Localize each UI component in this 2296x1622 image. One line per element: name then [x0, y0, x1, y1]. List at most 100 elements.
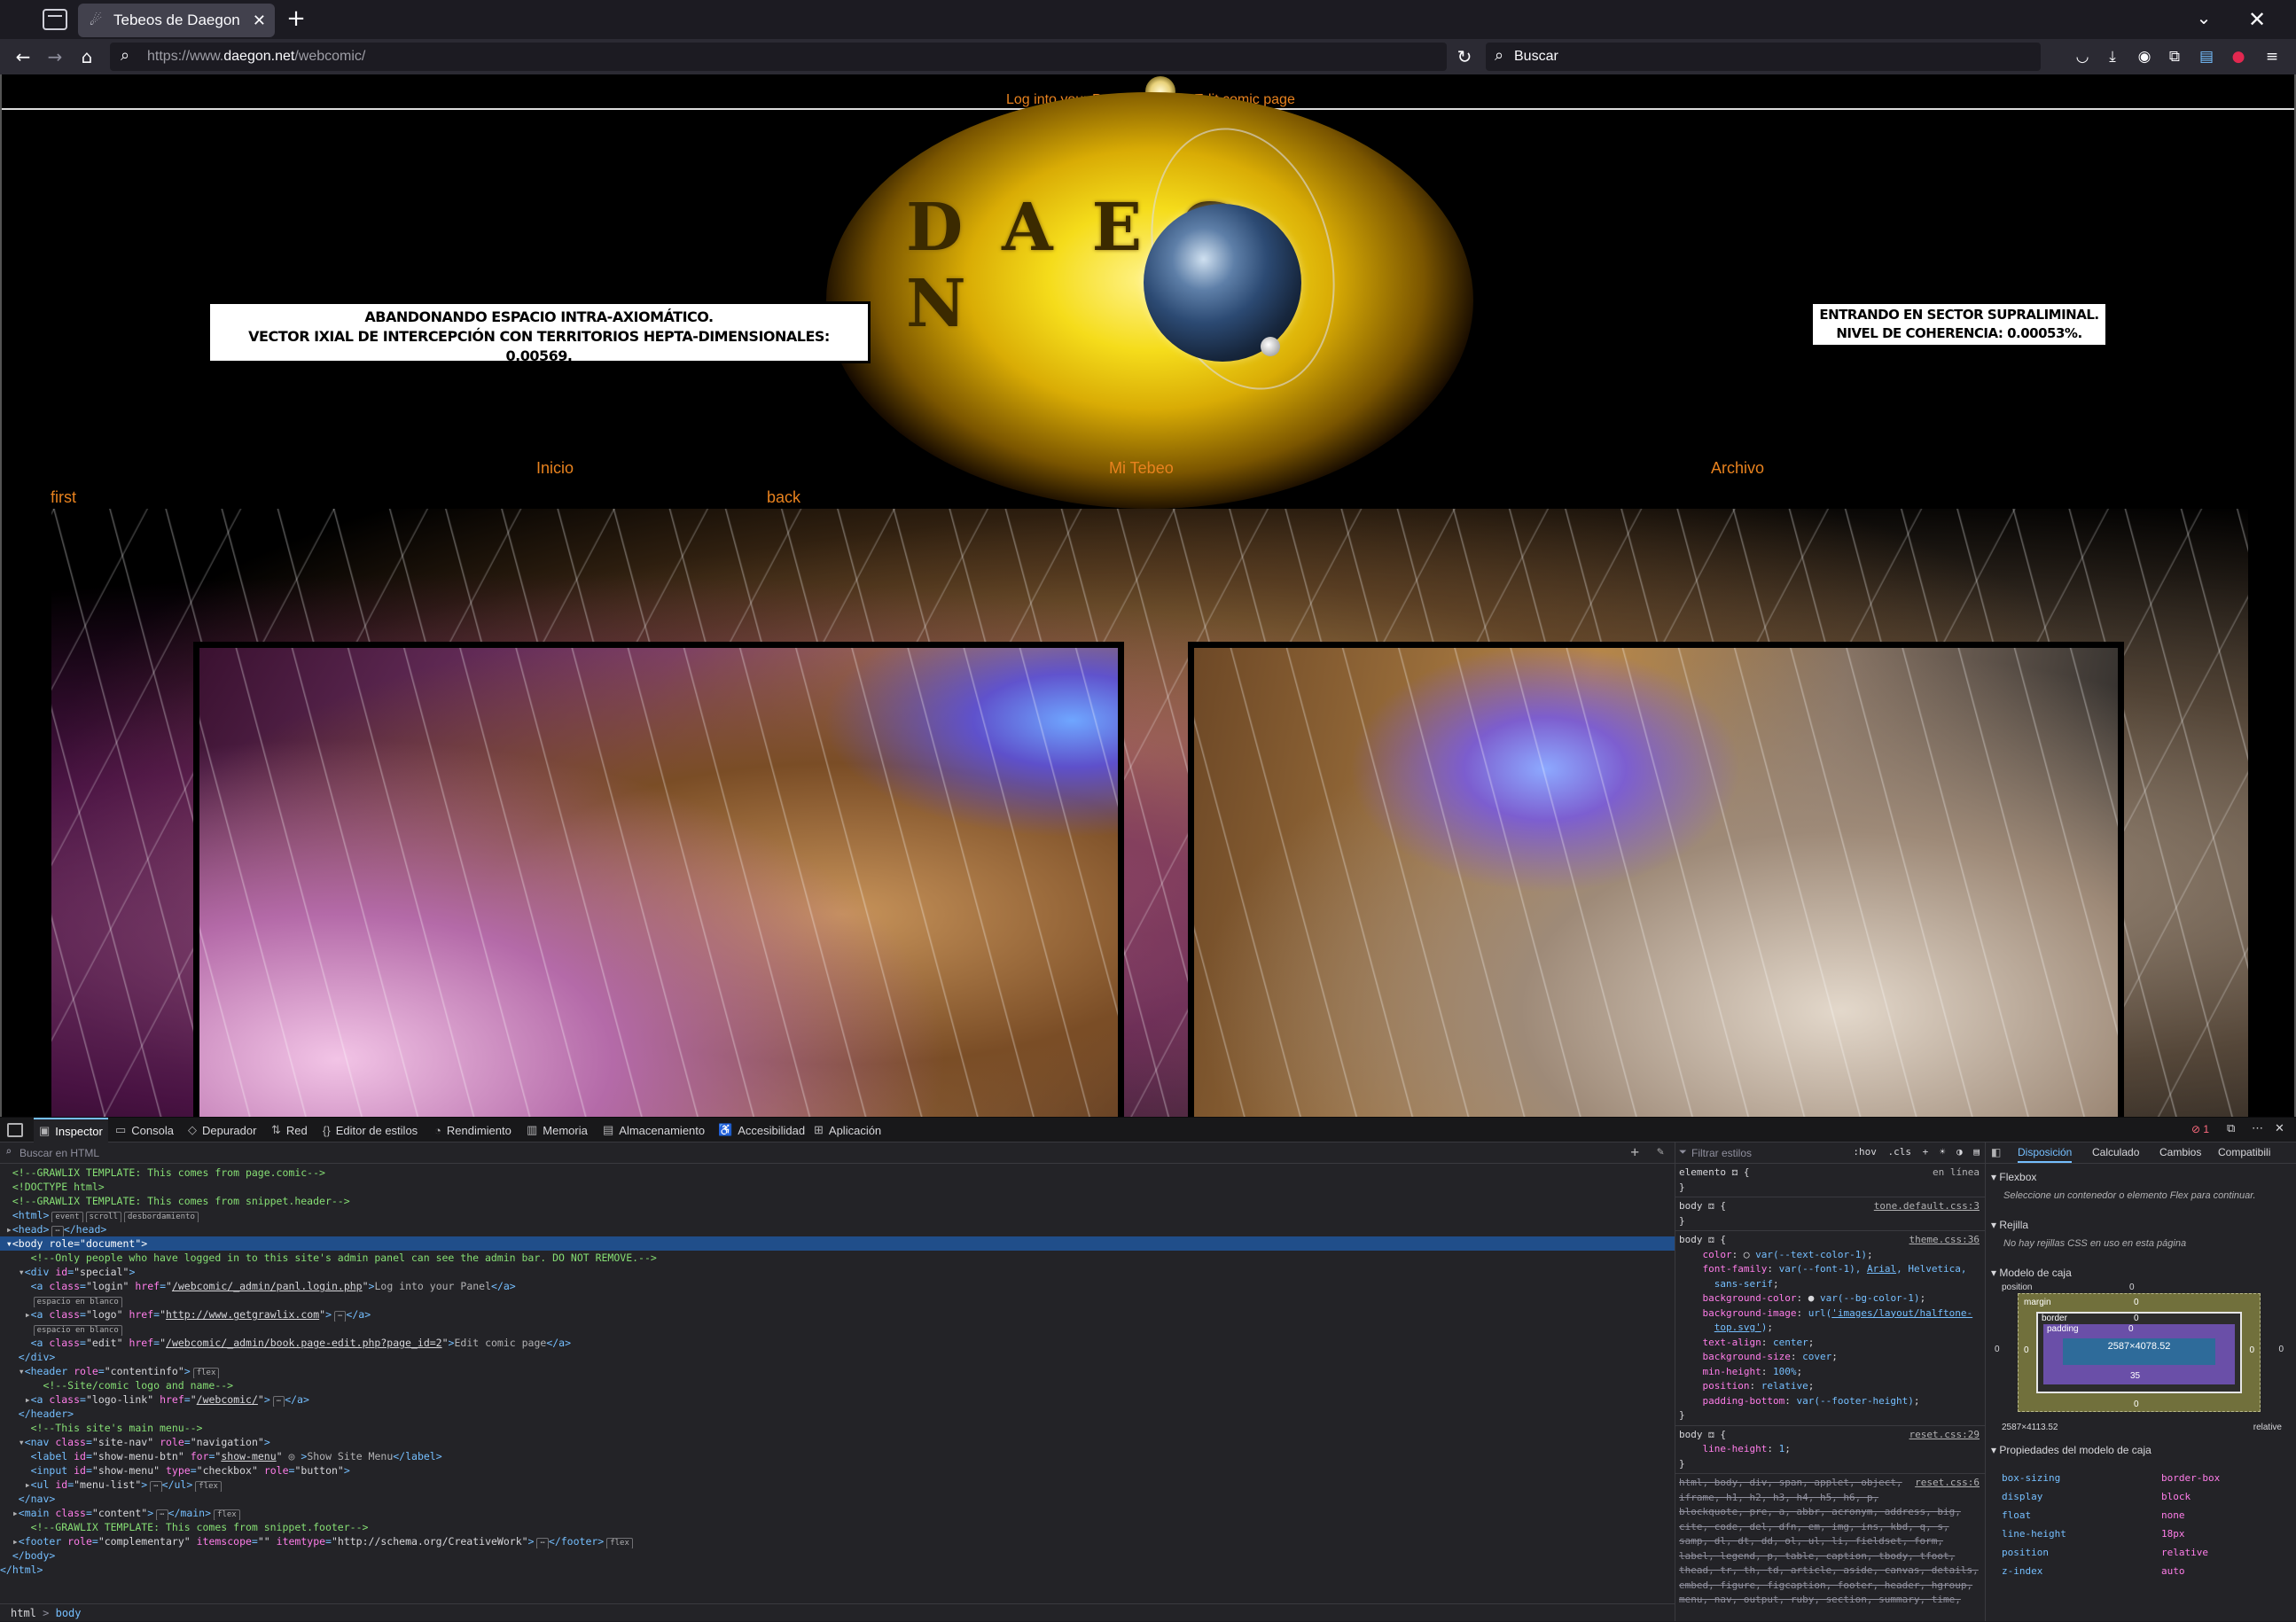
rule-line[interactable]: html, body, div, span, applet, object, re…	[1675, 1476, 1985, 1491]
tree-line[interactable]: ▸<a class="logo" href="http://www.getgra…	[0, 1307, 1675, 1322]
tree-line[interactable]: <!--GRAWLIX TEMPLATE: This comes from sn…	[0, 1194, 1675, 1208]
bm-position-left[interactable]: 0	[1995, 1345, 2000, 1354]
dock-icon[interactable]: ⧉	[2227, 1121, 2235, 1135]
tab-rendimiento[interactable]: ◔ Rendimiento	[429, 1118, 517, 1142]
reload-icon[interactable]: ↻	[1452, 44, 1477, 69]
rule-line[interactable]: text-align: center;	[1675, 1336, 1985, 1351]
rule-line[interactable]: min-height: 100%;	[1675, 1365, 1985, 1380]
breadcrumb-body[interactable]: body	[56, 1607, 82, 1619]
tree-line[interactable]: espacio en blanco	[0, 1293, 1675, 1307]
tab-compatibilidad[interactable]: Compatibili	[2218, 1146, 2270, 1158]
breadcrumb-html[interactable]: html	[11, 1607, 36, 1619]
rules-tools[interactable]: :hov .cls + ☀ ◑ ▤	[1853, 1146, 1980, 1158]
tree-line[interactable]: <!--Only people who have logged in to th…	[0, 1251, 1675, 1265]
close-window-icon[interactable]: ✕	[2245, 7, 2269, 32]
bm-margin-bottom[interactable]: 0	[2134, 1400, 2139, 1409]
rules-filter-bar[interactable]: ⏷ Filtrar estilos :hov .cls + ☀ ◑ ▤	[1675, 1142, 1985, 1164]
tab-accesibilidad[interactable]: ♿ Accesibilidad	[713, 1118, 810, 1142]
tab-consola[interactable]: ▭ Consola	[110, 1118, 179, 1142]
rule-line[interactable]: body ⚃ {theme.css:36	[1675, 1233, 1985, 1248]
tab-disposicion[interactable]: Disposición	[2018, 1146, 2073, 1163]
chevron-down-icon[interactable]: ⌄	[2191, 7, 2216, 32]
bm-margin-top[interactable]: 0	[2134, 1298, 2139, 1307]
nav-inicio[interactable]: Inicio	[536, 459, 574, 478]
tree-line[interactable]: ▸<footer role="complementary" itemscope=…	[0, 1534, 1675, 1548]
tree-line-selected[interactable]: ▾<body role="document">	[0, 1236, 1675, 1251]
bm-padding-top[interactable]: 0	[2128, 1324, 2134, 1334]
tree-line[interactable]: ▸<head> ⋯ </head>	[0, 1222, 1675, 1236]
bm-position-top[interactable]: 0	[2129, 1283, 2135, 1292]
back-page-link[interactable]: back	[767, 488, 800, 507]
sidebar-toggle-icon[interactable]: ◧	[1991, 1146, 2001, 1158]
tree-line[interactable]: <a class="login" href="/webcomic/_admin/…	[0, 1279, 1675, 1293]
tree-line[interactable]: <!--GRAWLIX TEMPLATE: This comes from sn…	[0, 1520, 1675, 1534]
tree-line[interactable]: espacio en blanco	[0, 1322, 1675, 1336]
home-icon[interactable]: ⌂	[74, 44, 99, 69]
markup-search-bar[interactable]: ⌕ Buscar en HTML + ✎	[0, 1142, 1675, 1164]
rule-line[interactable]: position: relative;	[1675, 1379, 1985, 1394]
tree-line[interactable]: </nav>	[0, 1492, 1675, 1506]
forward-arrow-icon[interactable]: →	[43, 44, 67, 69]
downloads-icon[interactable]: ⤓	[2101, 44, 2124, 69]
tab-aplicacion[interactable]: ⊞ Aplicación	[808, 1118, 886, 1142]
search-bar[interactable]: ⌕ Buscar	[1486, 43, 2041, 71]
ublock-icon[interactable]: ●	[2227, 44, 2250, 69]
first-page-link[interactable]: first	[51, 488, 76, 507]
tab-calculado[interactable]: Calculado	[2092, 1146, 2139, 1158]
close-tab-icon[interactable]: ✕	[253, 12, 266, 30]
nav-archivo[interactable]: Archivo	[1711, 459, 1764, 478]
tab-active[interactable]: ☄ Tebeos de Daegon - Regr ✕	[78, 4, 275, 37]
tab-editor-estilos[interactable]: {} Editor de estilos	[317, 1118, 423, 1142]
tree-line[interactable]: ▾<header role="contentinfo"> flex	[0, 1364, 1675, 1378]
tab-overview-icon[interactable]	[43, 9, 67, 30]
url-text[interactable]: https://www.daegon.net/webcomic/	[147, 49, 365, 65]
planet-logo[interactable]	[1144, 204, 1301, 362]
url-bar[interactable]: ⌕ https://www.daegon.net/webcomic/	[110, 43, 1447, 71]
prop-row[interactable]: line-height 18px	[2002, 1528, 2285, 1547]
bm-padding-bottom[interactable]: 35	[2130, 1371, 2140, 1381]
tree-line[interactable]: <!DOCTYPE html>	[0, 1180, 1675, 1194]
tree-line[interactable]: <a class="edit" href="/webcomic/_admin/b…	[0, 1336, 1675, 1350]
element-picker-icon[interactable]	[7, 1123, 23, 1137]
tree-line[interactable]: <!--This site's main menu-->	[0, 1421, 1675, 1435]
rule-line[interactable]: background-color: ● var(--bg-color-1);	[1675, 1291, 1985, 1306]
menu-icon[interactable]: ≡	[2261, 44, 2284, 69]
tree-line[interactable]: ▸<main class="content"> ⋯ </main> flex	[0, 1506, 1675, 1520]
extensions-icon[interactable]: ⧉	[2163, 44, 2186, 69]
nav-mi-tebeo[interactable]: Mi Tebeo	[1109, 459, 1174, 478]
prop-row[interactable]: display block	[2002, 1491, 2285, 1509]
tree-line[interactable]: ▸<ul id="menu-list"> ⋯ </ul> flex	[0, 1478, 1675, 1492]
add-node-icon[interactable]: +	[1630, 1143, 1639, 1160]
prop-row[interactable]: position relative	[2002, 1547, 2285, 1565]
tab-red[interactable]: ⇅ Red	[266, 1118, 313, 1142]
tree-line[interactable]: <!--GRAWLIX TEMPLATE: This comes from pa…	[0, 1166, 1675, 1180]
prop-row[interactable]: box-sizing border-box	[2002, 1472, 2285, 1491]
bm-margin-left[interactable]: 0	[2024, 1345, 2029, 1355]
rule-line[interactable]: padding-bottom: var(--footer-height);	[1675, 1394, 1985, 1409]
rule-line[interactable]: elemento ⚃ {en línea	[1675, 1166, 1985, 1181]
tab-inspector[interactable]: ▣ Inspector	[34, 1118, 108, 1142]
bm-border-top[interactable]: 0	[2134, 1314, 2139, 1323]
rule-line[interactable]: background-size: cover;	[1675, 1350, 1985, 1365]
tree-line[interactable]: ▾<div id="special">	[0, 1265, 1675, 1279]
error-count-badge[interactable]: ⊘ 1	[2191, 1123, 2209, 1135]
tab-memoria[interactable]: ▥ Memoria	[521, 1118, 593, 1142]
pocket-icon[interactable]: ◡	[2071, 44, 2094, 69]
grid-section[interactable]: ▾ Rejilla	[1991, 1219, 2028, 1231]
bm-position-right[interactable]: 0	[2278, 1345, 2284, 1354]
tree-line[interactable]: <html> event scroll desbordamiento	[0, 1208, 1675, 1222]
tree-line[interactable]: <!--Site/comic logo and name-->	[0, 1378, 1675, 1392]
tree-line[interactable]: <input id="show-menu" type="checkbox" ro…	[0, 1463, 1675, 1478]
tree-line[interactable]: </body>	[0, 1548, 1675, 1563]
tree-line[interactable]: </html>	[0, 1563, 1675, 1577]
tree-line[interactable]: </div>	[0, 1350, 1675, 1364]
prop-row[interactable]: z-index auto	[2002, 1565, 2285, 1584]
rule-line[interactable]: background-image: url('images/layout/hal…	[1675, 1306, 1985, 1322]
rule-line[interactable]: line-height: 1;	[1675, 1442, 1985, 1457]
tree-line[interactable]: ▸<a class="logo-link" href="/webcomic/">…	[0, 1392, 1675, 1407]
account-icon[interactable]: ◉	[2133, 44, 2156, 69]
tab-depurador[interactable]: ◇ Depurador	[183, 1118, 262, 1142]
eyedropper-icon[interactable]: ✎	[1657, 1145, 1664, 1158]
more-options-icon[interactable]: ⋯	[2252, 1121, 2263, 1135]
rule-line[interactable]: body ⚃ {tone.default.css:3	[1675, 1199, 1985, 1214]
